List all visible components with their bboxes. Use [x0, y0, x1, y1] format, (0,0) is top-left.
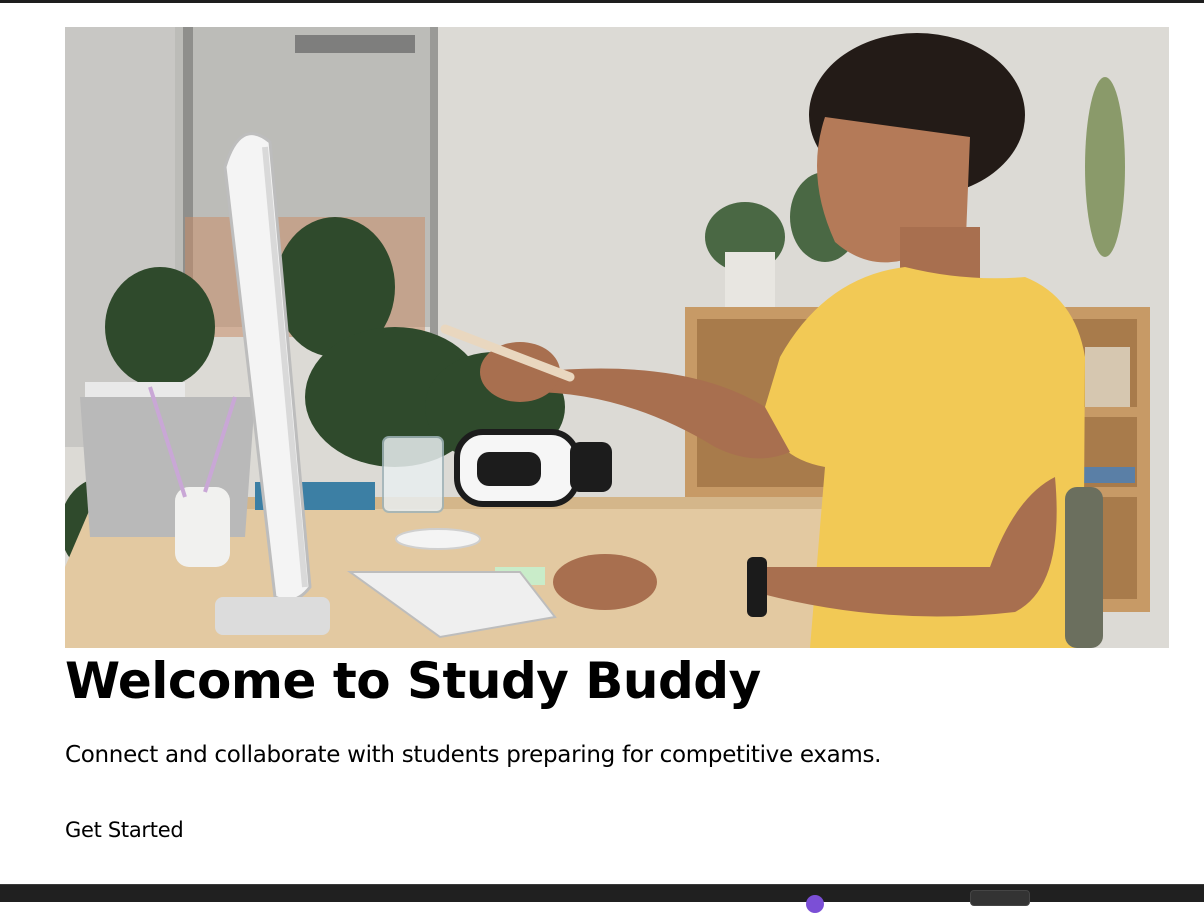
- taskbar-button[interactable]: [970, 890, 1030, 906]
- pen-cup: [175, 487, 230, 567]
- watch: [747, 557, 767, 617]
- chair: [1065, 487, 1103, 648]
- glass: [382, 436, 444, 513]
- taskbar: [0, 884, 1204, 913]
- get-started-link[interactable]: Get Started: [65, 816, 184, 844]
- hero-illustration: [65, 27, 1169, 648]
- app-icon[interactable]: [806, 895, 824, 913]
- plant-pot: [725, 252, 775, 307]
- mouse: [395, 528, 481, 550]
- tagline: Connect and collaborate with students pr…: [65, 742, 882, 768]
- hero-image: [65, 27, 1169, 648]
- window-top-border: [0, 0, 1204, 3]
- page-title: Welcome to Study Buddy: [65, 652, 761, 710]
